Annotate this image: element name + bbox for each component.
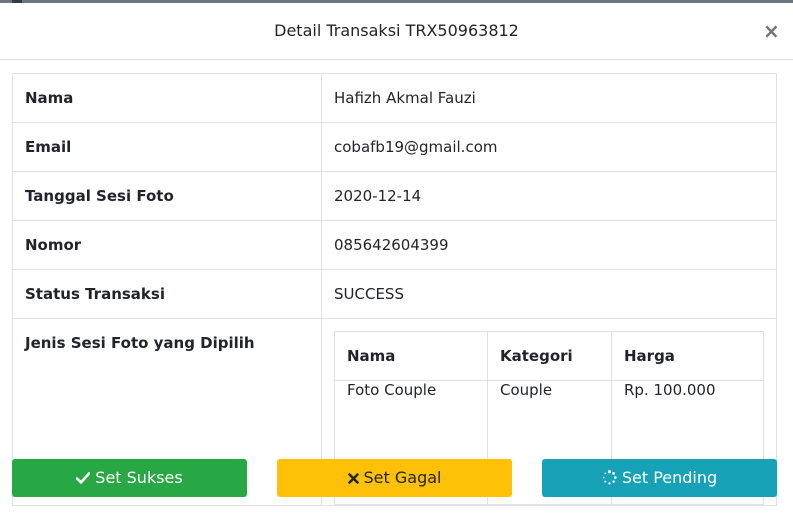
set-failed-button[interactable]: Set Gagal xyxy=(277,459,512,497)
set-pending-button[interactable]: Set Pending xyxy=(542,459,777,497)
spinner-icon xyxy=(602,460,617,498)
detail-row-name: Nama Hafizh Akmal Fauzi xyxy=(12,73,777,123)
detail-value: 085642604399 xyxy=(321,220,777,270)
detail-value: cobafb19@gmail.com xyxy=(321,122,777,172)
detail-row-status: Status Transaksi SUCCESS xyxy=(12,269,777,319)
modal-title: Detail Transaksi TRX50963812 xyxy=(274,21,519,40)
packages-header-row: Nama Kategori Harga xyxy=(334,331,764,381)
detail-row-email: Email cobafb19@gmail.com xyxy=(12,122,777,172)
detail-value: 2020-12-14 xyxy=(321,171,777,221)
check-icon xyxy=(75,460,91,498)
status-value: SUCCESS xyxy=(321,269,777,319)
detail-row-session-date: Tanggal Sesi Foto 2020-12-14 xyxy=(12,171,777,221)
times-icon xyxy=(347,460,359,498)
detail-label: Nama xyxy=(12,73,322,123)
detail-label: Tanggal Sesi Foto xyxy=(12,171,322,221)
set-failed-label: Set Gagal xyxy=(363,468,442,487)
detail-label: Status Transaksi xyxy=(12,269,322,319)
detail-label: Email xyxy=(12,122,322,172)
detail-value: Hafizh Akmal Fauzi xyxy=(321,73,777,123)
close-button[interactable]: × xyxy=(763,20,780,42)
transaction-detail-table: Nama Hafizh Akmal Fauzi Email cobafb19@g… xyxy=(12,73,777,506)
detail-row-phone: Nomor 085642604399 xyxy=(12,220,777,270)
set-success-button[interactable]: Set Sukses xyxy=(12,459,247,497)
detail-label: Nomor xyxy=(12,220,322,270)
column-header-category: Kategori xyxy=(487,331,612,381)
column-header-name: Nama xyxy=(334,331,488,381)
set-success-label: Set Sukses xyxy=(95,468,183,487)
modal-header: Detail Transaksi TRX50963812 × xyxy=(0,3,793,60)
column-header-price: Harga xyxy=(611,331,764,381)
set-pending-label: Set Pending xyxy=(621,468,718,487)
